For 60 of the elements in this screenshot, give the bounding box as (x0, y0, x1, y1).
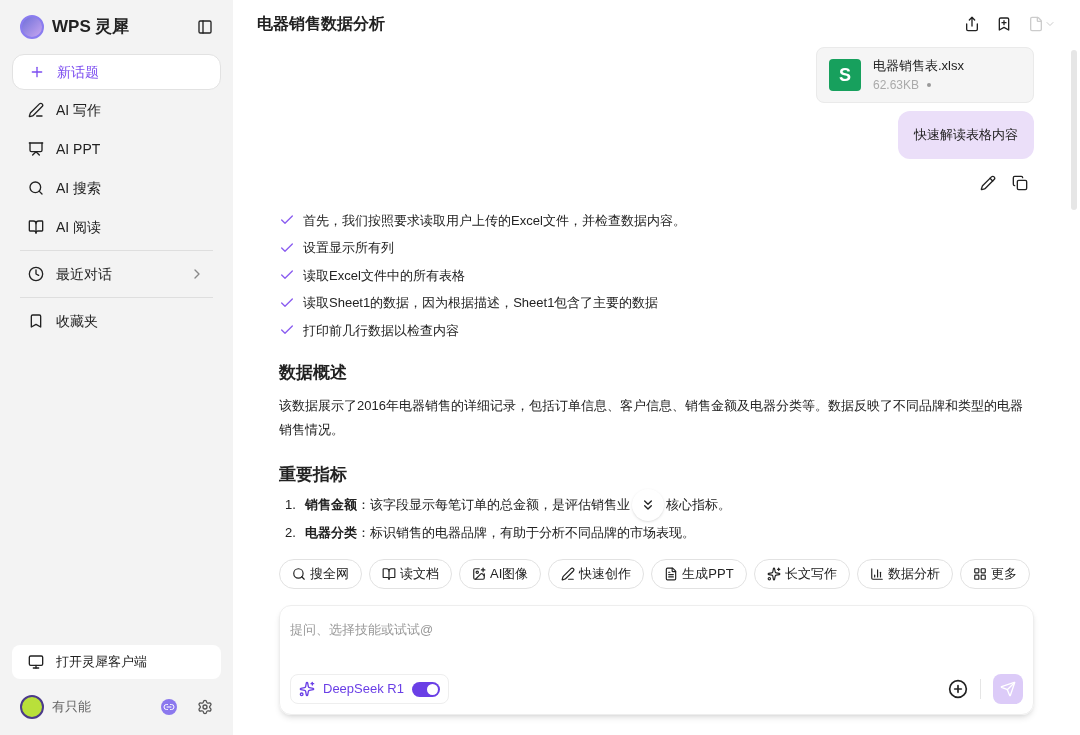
section-paragraph: 该数据展示了2016年电器销售的详细记录，包括订单信息、客户信息、销售金额及电器分类等。数据反映了不同品牌和类型的电器销售情况。 (279, 396, 1024, 439)
plus-icon (29, 64, 45, 80)
step-text: 读取Excel文件中的所有表格 (303, 266, 465, 285)
step-text: 打印前几行数据以检查内容 (303, 321, 459, 340)
list-number: 1. (284, 496, 297, 515)
bookmark-icon (28, 313, 44, 329)
image-icon (472, 567, 486, 581)
list-item-text: 电器分类：标识销售的电器品牌，有助于分析不同品牌的市场表现。 (305, 524, 695, 543)
sidebar-item[interactable]: AI 搜索 (12, 168, 221, 207)
user-avatar[interactable] (20, 695, 44, 719)
monitor-icon (28, 654, 44, 670)
sidebar-item[interactable]: AI 写作 (12, 90, 221, 129)
file-size: 62.63KB (873, 75, 964, 94)
sidebar-item[interactable]: AI 阅读 (12, 207, 221, 246)
brand-logo (20, 15, 44, 39)
prompt-input[interactable]: 提问、选择技能或试试@ (290, 620, 1023, 640)
clock-icon (28, 266, 44, 282)
search-icon (292, 567, 306, 581)
search-icon (28, 179, 44, 196)
step-text: 读取Sheet1的数据，因为根据描述，Sheet1包含了主要的数据 (303, 294, 659, 312)
step-text: 首先，我们按照要求读取用户上传的Excel文件，并检查数据内容。 (303, 211, 686, 230)
spreadsheet-icon: S (829, 59, 861, 91)
send-icon (1000, 681, 1016, 697)
settings-icon[interactable] (197, 699, 213, 715)
sparkle-icon (299, 681, 315, 697)
model-selector[interactable]: DeepSeek R1 (290, 674, 449, 704)
file-card[interactable]: S 电器销售表.xlsx 62.63KB (816, 47, 1034, 103)
edit-icon[interactable] (980, 174, 996, 191)
user-message: 快速解读表格内容 (898, 111, 1034, 159)
list-item-text: 销售金额：该字段显示每笔订单的总金额，是评估销售业 (305, 496, 630, 515)
file-name: 电器销售表.xlsx (873, 57, 964, 76)
section-heading: 重要指标 (279, 463, 348, 486)
bar-chart-icon (869, 567, 884, 581)
sparkle-icon (766, 567, 781, 581)
copy-icon[interactable] (1012, 174, 1028, 191)
favorites-item[interactable]: 收藏夹 (12, 302, 221, 340)
book-icon (382, 567, 396, 581)
pen-icon (561, 567, 576, 581)
ppt-icon (28, 140, 44, 157)
read-icon (28, 218, 44, 235)
document-icon (664, 567, 679, 581)
scroll-down-button[interactable] (632, 489, 664, 521)
add-icon[interactable] (948, 679, 968, 699)
brand-name: WPS 灵犀 (52, 16, 130, 39)
link-icon[interactable] (161, 699, 177, 715)
list-number: 2. (284, 524, 297, 543)
open-client-button[interactable]: 打开灵犀客户端 (12, 645, 221, 679)
conversation-title: 电器销售数据分析 (257, 13, 385, 34)
share-icon[interactable] (964, 15, 980, 32)
recent-chats-item[interactable]: 最近对话 (12, 255, 221, 293)
sidebar-toggle-icon[interactable] (197, 19, 213, 35)
bookmark-plus-icon[interactable] (996, 15, 1012, 32)
new-topic-button[interactable]: 新话题 (12, 54, 221, 90)
sidebar-item[interactable]: AI PPT (12, 129, 221, 168)
section-heading: 数据概述 (279, 362, 348, 384)
list-item-text: 核心指标。 (666, 496, 731, 515)
write-icon (28, 101, 44, 118)
step-text: 设置显示所有列 (303, 239, 394, 257)
grid-icon (972, 567, 987, 581)
user-name: 有只能 (52, 698, 91, 717)
